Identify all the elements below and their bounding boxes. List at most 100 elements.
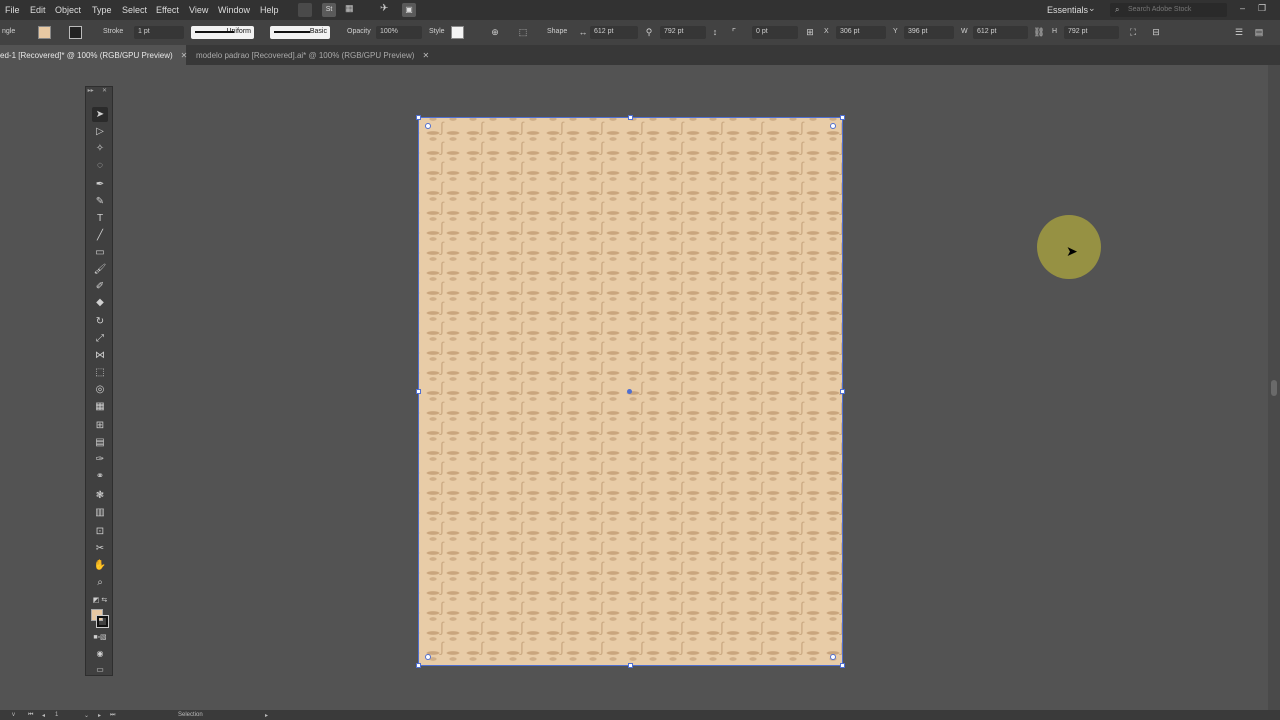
handle-bottom-right[interactable] (840, 663, 845, 668)
corner-type-icon[interactable]: ⌜ (728, 26, 740, 38)
artboard-tool-icon[interactable]: ⊡ (92, 524, 108, 539)
zoom-tool-icon[interactable]: ⌕ (92, 575, 108, 590)
blend-tool-icon[interactable]: ⚭ (92, 469, 108, 484)
scale-tool-icon[interactable]: ⤢ (92, 331, 108, 346)
menu-view[interactable]: View (189, 5, 208, 15)
handle-middle-right[interactable] (840, 389, 845, 394)
curvature-tool-icon[interactable]: ✎ (92, 194, 108, 209)
handle-middle-left[interactable] (416, 389, 421, 394)
last-artboard-icon[interactable]: ⏭ (110, 712, 115, 719)
gpu-performance-icon[interactable]: ▣ (402, 3, 416, 17)
handle-top-center[interactable] (628, 115, 633, 120)
paintbrush-tool-icon[interactable]: 🖌 (92, 262, 108, 277)
align-icon[interactable]: ⬚ (517, 26, 529, 38)
handle-top-left[interactable] (416, 115, 421, 120)
tab-modelo-padrao[interactable]: modelo padrao [Recovered].ai* @ 100% (RG… (196, 45, 436, 65)
opacity-field[interactable]: 100% (376, 26, 422, 39)
free-transform-tool-icon[interactable]: ⬚ (92, 365, 108, 380)
menu-type[interactable]: Type (92, 5, 112, 15)
screen-mode-icon[interactable]: ▭ (92, 662, 108, 677)
workspace-switcher[interactable]: Essentials (1047, 5, 1088, 15)
rectangle-tool-icon[interactable]: ▭ (92, 245, 108, 260)
scrollbar-thumb[interactable] (1271, 380, 1277, 396)
reference-point-icon[interactable]: ⊞ (804, 26, 816, 38)
isolate-icon[interactable]: ⊟ (1150, 26, 1162, 38)
bridge-icon[interactable] (298, 3, 312, 17)
pen-tool-icon[interactable]: ✒ (92, 177, 108, 192)
width-tool-icon[interactable]: ⋈ (92, 348, 108, 363)
stroke-color-swatch[interactable] (96, 615, 109, 628)
stock-search-input[interactable]: ⌕ Search Adobe Stock (1110, 3, 1227, 17)
shape-width-field[interactable]: 612 pt (590, 26, 638, 39)
mesh-tool-icon[interactable]: ⊞ (92, 418, 108, 433)
arrange-documents-icon[interactable]: ▦ (345, 3, 359, 17)
corner-widget-bottom-left[interactable] (425, 654, 431, 660)
corner-widget-top-left[interactable] (425, 123, 431, 129)
vertical-scrollbar[interactable] (1268, 65, 1280, 710)
variable-width-profile[interactable]: Uniform (191, 26, 254, 39)
shape-builder-tool-icon[interactable]: ◎ (92, 382, 108, 397)
arrange-panel-icon[interactable]: ▤ (1253, 26, 1265, 38)
first-artboard-icon[interactable]: ⏮ (28, 712, 33, 719)
rotate-tool-icon[interactable]: ↻ (92, 314, 108, 329)
line-segment-tool-icon[interactable]: ╱ (92, 228, 108, 243)
recolor-artwork-icon[interactable]: ⊕ (489, 26, 501, 38)
magic-wand-tool-icon[interactable]: ✧ (92, 141, 108, 156)
draw-mode-icon[interactable]: ◉ (92, 646, 108, 661)
corner-radius-field[interactable]: 0 pt (752, 26, 798, 39)
w-field[interactable]: 612 pt (973, 26, 1028, 39)
chevron-down-icon[interactable]: ⌄ (1088, 3, 1096, 14)
send-icon[interactable]: ✈ (380, 3, 394, 17)
y-field[interactable]: 396 pt (904, 26, 954, 39)
menu-edit[interactable]: Edit (30, 5, 46, 15)
selection-tool-icon[interactable]: ➤ (92, 107, 108, 122)
panel-grip[interactable]: ▸▸ ✕ (86, 87, 114, 95)
stroke-weight-field[interactable]: 1 pt (134, 26, 184, 39)
fill-swatch[interactable] (38, 26, 51, 39)
handle-bottom-center[interactable] (628, 663, 633, 668)
gradient-tool-icon[interactable]: ▤ (92, 435, 108, 450)
default-fill-stroke-icon[interactable]: ◩ ⇆ (92, 593, 108, 608)
handle-top-right[interactable] (840, 115, 845, 120)
previous-artboard-icon[interactable]: ◂ (42, 712, 45, 719)
graph-tool-icon[interactable]: ▥ (92, 505, 108, 520)
stroke-label[interactable]: Stroke (103, 28, 123, 35)
artboard-number-field[interactable]: 1 (55, 712, 58, 718)
menu-effect[interactable]: Effect (156, 5, 179, 15)
slice-tool-icon[interactable]: ✂ (92, 541, 108, 556)
eyedropper-tool-icon[interactable]: ✑ (92, 452, 108, 467)
shape-height-field[interactable]: 792 pt (660, 26, 706, 39)
type-tool-icon[interactable]: T (92, 211, 108, 226)
menu-object[interactable]: Object (55, 5, 81, 15)
tab-document-1[interactable]: ed-1 [Recovered]* @ 100% (RGB/GPU Previe… (0, 45, 188, 65)
hand-tool-icon[interactable]: ✋ (92, 558, 108, 573)
menu-select[interactable]: Select (122, 5, 147, 15)
stock-icon[interactable]: St (322, 3, 336, 17)
graphic-style-swatch[interactable] (451, 26, 464, 39)
menu-window[interactable]: Window (218, 5, 250, 15)
corner-widget-bottom-right[interactable] (830, 654, 836, 660)
lasso-tool-icon[interactable]: ◌ (92, 158, 108, 173)
brush-definition[interactable]: Basic (270, 26, 330, 39)
stroke-swatch[interactable] (69, 26, 82, 39)
menu-help[interactable]: Help (260, 5, 279, 15)
eraser-tool-icon[interactable]: ◆ (92, 295, 108, 310)
corner-widget-top-right[interactable] (830, 123, 836, 129)
close-icon[interactable]: ✕ (181, 51, 188, 60)
color-mode-icon[interactable]: ■▫▧ (92, 630, 108, 645)
constrain-proportions-icon[interactable]: ⛓ (1033, 26, 1045, 38)
transform-icon[interactable]: ⛶ (1127, 26, 1139, 38)
close-icon[interactable]: ✕ (422, 51, 429, 60)
symbol-sprayer-tool-icon[interactable]: ❃ (92, 488, 108, 503)
opacity-label[interactable]: Opacity (347, 28, 371, 35)
perspective-grid-tool-icon[interactable]: ▦ (92, 399, 108, 414)
direct-selection-tool-icon[interactable]: ▷ (92, 124, 108, 139)
zoom-dropdown[interactable]: v (12, 712, 15, 718)
shaper-tool-icon[interactable]: ✐ (92, 279, 108, 294)
restore-icon[interactable]: ❐ (1258, 3, 1266, 14)
status-menu-icon[interactable]: ▸ (265, 712, 268, 719)
h-field[interactable]: 792 pt (1064, 26, 1119, 39)
artboard-dropdown-icon[interactable]: ⌄ (84, 712, 89, 719)
handle-bottom-left[interactable] (416, 663, 421, 668)
next-artboard-icon[interactable]: ▸ (98, 712, 101, 719)
